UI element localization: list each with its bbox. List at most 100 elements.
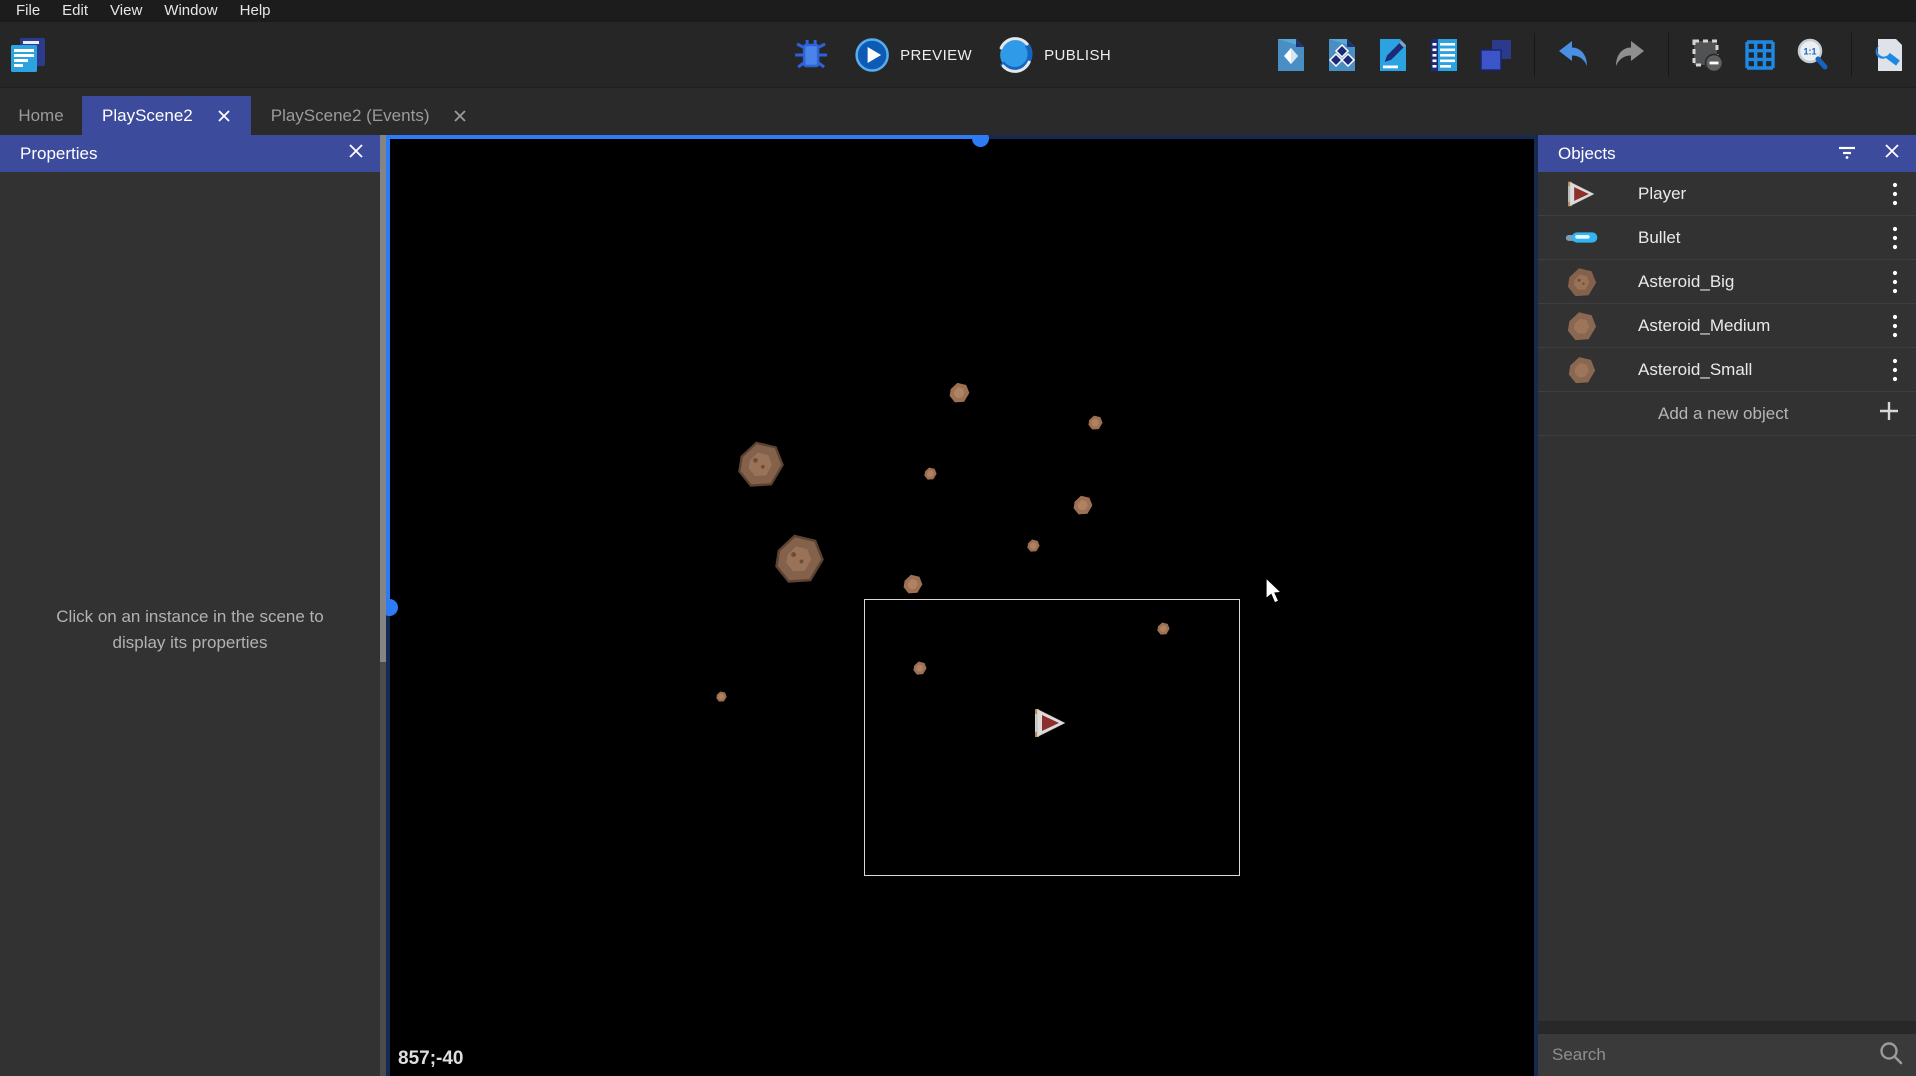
undo-icon	[1555, 38, 1593, 72]
tab-bar: Home PlayScene2 PlayScene2 (Events)	[0, 88, 1916, 135]
player-instance[interactable]	[1033, 708, 1069, 743]
menu-window[interactable]: Window	[153, 0, 228, 22]
asteroid-big-instance[interactable]	[775, 534, 824, 588]
menu-help[interactable]: Help	[229, 0, 282, 22]
mouse-cursor	[1266, 578, 1285, 610]
asteroid-object-icon	[1560, 356, 1604, 384]
tab-playscene2-events-label: PlayScene2 (Events)	[271, 106, 430, 126]
grid-button[interactable]	[1742, 37, 1778, 73]
tab-close-icon[interactable]	[217, 109, 231, 123]
menu-edit[interactable]: Edit	[51, 0, 99, 22]
menu-view[interactable]: View	[99, 0, 153, 22]
edit-scene-properties-button[interactable]	[1376, 37, 1410, 73]
svg-text:1:1: 1:1	[1803, 47, 1816, 57]
asteroid-small-instance[interactable]	[1027, 539, 1040, 557]
scene-settings-button[interactable]	[1872, 37, 1906, 73]
objects-panel-title: Objects	[1558, 144, 1616, 164]
object-label: Asteroid_Big	[1638, 272, 1888, 292]
search-icon[interactable]	[1878, 1040, 1904, 1071]
asteroid-small-instance[interactable]	[1088, 415, 1103, 435]
layers-icon	[1478, 37, 1514, 73]
objects-panel-footer-strip	[1538, 1021, 1916, 1034]
toolbar-separator	[1851, 33, 1852, 77]
object-row-asteroid-big[interactable]: Asteroid_Big	[1538, 260, 1916, 304]
object-menu-icon[interactable]	[1888, 222, 1902, 254]
add-object-row[interactable]: Add a new object	[1538, 392, 1916, 436]
grid-icon	[1742, 37, 1778, 73]
asteroid-medium-instance[interactable]	[949, 382, 970, 408]
redo-icon	[1610, 38, 1648, 72]
horizontal-scrollbar[interactable]	[386, 135, 1538, 139]
object-groups-button[interactable]	[1325, 37, 1359, 73]
publish-button[interactable]: PUBLISH	[996, 36, 1111, 74]
resources-file-icon	[1274, 37, 1308, 73]
debug-bug-icon	[792, 37, 830, 73]
object-row-bullet[interactable]: Bullet	[1538, 216, 1916, 260]
instances-list-icon	[1427, 37, 1461, 73]
asteroid-big-instance[interactable]	[738, 441, 784, 492]
tab-playscene2[interactable]: PlayScene2	[82, 96, 251, 135]
object-label: Player	[1638, 184, 1888, 204]
tab-home[interactable]: Home	[0, 96, 82, 135]
object-label: Asteroid_Medium	[1638, 316, 1888, 336]
plus-icon[interactable]	[1878, 400, 1900, 427]
edit-pencil-icon	[1376, 37, 1410, 73]
project-manager-button[interactable]	[8, 35, 48, 75]
asteroid-small-instance[interactable]	[924, 467, 937, 485]
debug-button[interactable]	[792, 37, 830, 73]
horizontal-scrollbar-thumb[interactable]	[972, 135, 989, 147]
app-window: File Edit View Window Help	[0, 0, 1916, 1076]
deselect-icon	[1689, 37, 1725, 73]
player-object-icon	[1560, 181, 1604, 207]
preview-play-icon	[854, 37, 890, 73]
asteroid-small-instance[interactable]	[716, 689, 727, 707]
asteroid-medium-instance[interactable]	[1073, 495, 1093, 520]
object-groups-icon	[1325, 37, 1359, 73]
menu-file[interactable]: File	[5, 0, 51, 22]
open-resources-button[interactable]	[1274, 37, 1308, 73]
properties-empty-message: Click on an instance in the scene to dis…	[32, 604, 348, 1076]
tab-close-icon[interactable]	[453, 109, 467, 123]
properties-panel-body: Click on an instance in the scene to dis…	[0, 172, 380, 1076]
menu-bar: File Edit View Window Help	[0, 0, 1916, 22]
object-row-player[interactable]: Player	[1538, 172, 1916, 216]
objects-close-icon[interactable]	[1884, 143, 1900, 164]
publish-globe-icon	[996, 36, 1034, 74]
bullet-object-icon	[1560, 230, 1604, 245]
asteroid-medium-instance[interactable]	[903, 574, 923, 599]
object-label: Asteroid_Small	[1638, 360, 1888, 380]
asteroid-object-icon	[1560, 267, 1604, 297]
toolbar-separator	[1534, 33, 1535, 77]
undo-button[interactable]	[1555, 38, 1593, 72]
objects-search-input[interactable]	[1552, 1045, 1878, 1065]
object-menu-icon[interactable]	[1888, 310, 1902, 342]
vertical-scrollbar-thumb[interactable]	[386, 599, 398, 616]
preview-label: PREVIEW	[900, 47, 972, 64]
project-manager-icon	[8, 35, 48, 75]
objects-panel: Objects	[1538, 135, 1916, 1076]
object-row-asteroid-small[interactable]: Asteroid_Small	[1538, 348, 1916, 392]
properties-panel: Properties Click on an instance in the s…	[0, 135, 380, 1076]
properties-close-icon[interactable]	[348, 143, 364, 164]
publish-label: PUBLISH	[1044, 47, 1111, 64]
instances-list-button[interactable]	[1427, 37, 1461, 73]
object-menu-icon[interactable]	[1888, 354, 1902, 386]
layers-button[interactable]	[1478, 37, 1514, 73]
redo-button[interactable]	[1610, 38, 1648, 72]
properties-panel-title: Properties	[20, 144, 97, 164]
tab-home-label: Home	[18, 106, 63, 126]
object-row-asteroid-medium[interactable]: Asteroid_Medium	[1538, 304, 1916, 348]
preview-button[interactable]: PREVIEW	[854, 37, 972, 73]
scene-canvas[interactable]: 857;-40	[386, 135, 1538, 1076]
objects-search-bar	[1538, 1034, 1916, 1076]
filter-icon[interactable]	[1836, 140, 1858, 167]
zoom-reset-button[interactable]: 1:1	[1795, 37, 1831, 73]
object-menu-icon[interactable]	[1888, 178, 1902, 210]
wrench-settings-icon	[1872, 37, 1906, 73]
tab-playscene2-events[interactable]: PlayScene2 (Events)	[251, 96, 488, 135]
right-scrollbar-track	[1534, 135, 1538, 1076]
object-label: Bullet	[1638, 228, 1888, 248]
object-menu-icon[interactable]	[1888, 266, 1902, 298]
zoom-1-1-icon: 1:1	[1795, 37, 1831, 73]
clear-selection-button[interactable]	[1689, 37, 1725, 73]
